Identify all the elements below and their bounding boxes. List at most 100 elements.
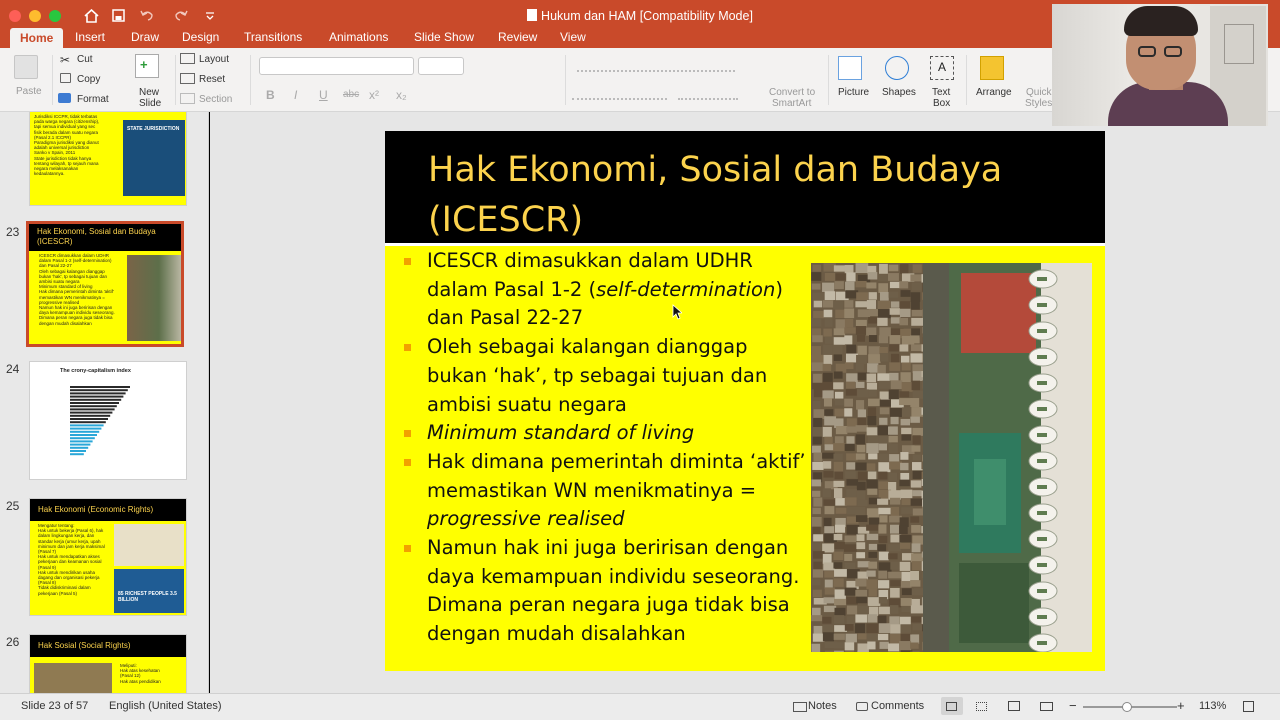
photo-roof [834, 607, 846, 616]
italic-button[interactable]: I [294, 88, 297, 102]
language-indicator[interactable]: English (United States) [109, 700, 222, 712]
slide-show-icon[interactable] [1040, 702, 1053, 711]
slide-photo[interactable] [811, 263, 1092, 652]
notes-button[interactable]: Notes [808, 700, 837, 712]
subscript-button[interactable]: x₂ [396, 88, 407, 102]
fit-to-window-icon[interactable] [1243, 701, 1254, 712]
quick-styles-label-2[interactable]: Styles [1025, 98, 1052, 109]
text-box-label-2[interactable]: Box [933, 98, 950, 109]
photo-roof [833, 488, 843, 498]
photo-roof [899, 561, 911, 571]
photo-roof [911, 445, 921, 452]
slide-thumbnail-22[interactable]: Jurisdiksi ICCPR, tidak terbatas pada war… [29, 112, 187, 206]
tab-home[interactable]: Home [10, 28, 64, 48]
underline-button[interactable]: U [319, 88, 328, 102]
photo-roof [867, 416, 877, 426]
thumbnail-chart-bar [70, 408, 115, 411]
copy-button[interactable]: Copy [77, 74, 100, 85]
bullet-text: Hak dimana pemerintah diminta ‘aktif’ me… [427, 449, 806, 502]
tab-insert[interactable]: Insert [75, 29, 105, 48]
photo-roof [834, 642, 845, 649]
column-buttons[interactable] [678, 86, 738, 100]
slide-thumbnails-panel[interactable]: Jurisdiksi ICCPR, tidak terbatas pada war… [0, 112, 209, 693]
slide-thumbnail-25[interactable]: Hak Ekonomi (Economic Rights) Mengatur t… [29, 498, 187, 616]
section-button[interactable]: Section [199, 94, 232, 105]
new-slide-label-2[interactable]: Slide [139, 98, 161, 109]
slide-bullet-list[interactable]: ICESCR dimasukkan dalam UDHR dalam Pasal… [403, 247, 813, 649]
photo-roof [844, 327, 857, 334]
cut-button[interactable]: Cut [77, 54, 93, 65]
convert-smartart-label-2[interactable]: SmartArt [772, 98, 811, 109]
tab-review[interactable]: Review [498, 29, 537, 48]
tab-design[interactable]: Design [182, 29, 219, 48]
tab-transitions[interactable]: Transitions [244, 29, 302, 48]
photo-roof [901, 362, 911, 371]
font-size-dropdown[interactable] [418, 57, 464, 75]
slide-sorter-icon[interactable] [976, 702, 987, 711]
new-slide-label-1[interactable]: New [139, 87, 159, 98]
font-name-dropdown[interactable] [259, 57, 414, 75]
align-buttons[interactable] [572, 86, 667, 100]
photo-roof [912, 390, 925, 399]
slide-thumbnail-26[interactable]: Hak Sosial (Social Rights) Meliputi: Hak … [29, 634, 187, 693]
convert-smartart-label-1[interactable]: Convert to [769, 87, 815, 98]
photo-roof [912, 561, 923, 571]
arrange-button[interactable]: Arrange [976, 87, 1012, 98]
slide-thumbnail-24[interactable]: The crony-capitalism index [29, 361, 187, 480]
quick-styles-label-1[interactable]: Quick [1026, 87, 1052, 98]
photo-roof [833, 301, 844, 310]
layout-button[interactable]: Layout [199, 54, 229, 65]
photo-roof [877, 498, 889, 505]
zoom-in-button[interactable]: + [1177, 698, 1185, 713]
slide-bullet[interactable]: Hak dimana pemerintah diminta ‘aktif’ me… [403, 448, 813, 534]
photo-roof [855, 462, 867, 471]
shapes-button[interactable]: Shapes [882, 87, 916, 98]
picture-button[interactable]: Picture [838, 87, 869, 98]
photo-roof [900, 355, 910, 363]
photo-roof [888, 472, 898, 481]
comments-button[interactable]: Comments [871, 700, 924, 712]
text-box-label-1[interactable]: Text [932, 87, 950, 98]
photo-roof [822, 624, 834, 633]
slide-bullet[interactable]: Minimum standard of living [403, 419, 813, 448]
reset-button[interactable]: Reset [199, 74, 225, 85]
ribbon-divider [250, 55, 251, 105]
tab-draw[interactable]: Draw [131, 29, 159, 48]
shapes-icon [885, 56, 909, 80]
tab-animations[interactable]: Animations [329, 29, 388, 48]
thumbnail-number: 23 [6, 225, 20, 239]
photo-roof [878, 309, 891, 319]
reading-view-icon[interactable] [1008, 701, 1020, 711]
slide-bullet[interactable]: Oleh sebagai kalangan dianggap bukan ‘ha… [403, 333, 813, 419]
slide-bullet[interactable]: Namun hak ini juga beririsan dengan daya… [403, 534, 813, 649]
zoom-slider-thumb[interactable] [1122, 702, 1132, 712]
tab-view[interactable]: View [560, 29, 586, 48]
tab-slide-show[interactable]: Slide Show [414, 29, 474, 48]
slide-title[interactable]: Hak Ekonomi, Sosial dan Budaya (ICESCR) [428, 145, 1068, 245]
indent-buttons[interactable] [645, 58, 735, 72]
photo-roof [878, 570, 888, 579]
superscript-button[interactable]: x² [369, 88, 379, 102]
paste-button[interactable]: Paste [16, 86, 42, 97]
strikethrough-button[interactable]: abc [343, 89, 359, 100]
photo-roof [910, 416, 920, 423]
ribbon-divider [565, 55, 566, 105]
zoom-out-button[interactable]: − [1069, 698, 1077, 713]
format-painter-button[interactable]: Format [77, 94, 109, 105]
thumbnail-chart-bar [70, 446, 89, 449]
photo-roof [889, 308, 900, 315]
photo-balcony-plants [1037, 303, 1047, 307]
photo-roof [868, 335, 878, 342]
photo-roof [889, 616, 900, 625]
ribbon-divider [52, 55, 53, 105]
zoom-level[interactable]: 113% [1199, 700, 1226, 712]
photo-roof [901, 434, 911, 441]
bold-button[interactable]: B [266, 88, 275, 102]
photo-balcony-plants [1037, 485, 1047, 489]
slide-thumbnail-23[interactable]: Hak Ekonomi, Sosial dan Budaya (ICESCR) … [26, 221, 184, 347]
thumbnail-chart-bar [70, 418, 108, 420]
slide-bullet[interactable]: ICESCR dimasukkan dalam UDHR dalam Pasal… [403, 247, 813, 333]
current-slide[interactable]: Hak Ekonomi, Sosial dan Budaya (ICESCR) … [385, 131, 1105, 671]
list-buttons[interactable] [577, 58, 647, 72]
photo-roof [868, 346, 880, 355]
